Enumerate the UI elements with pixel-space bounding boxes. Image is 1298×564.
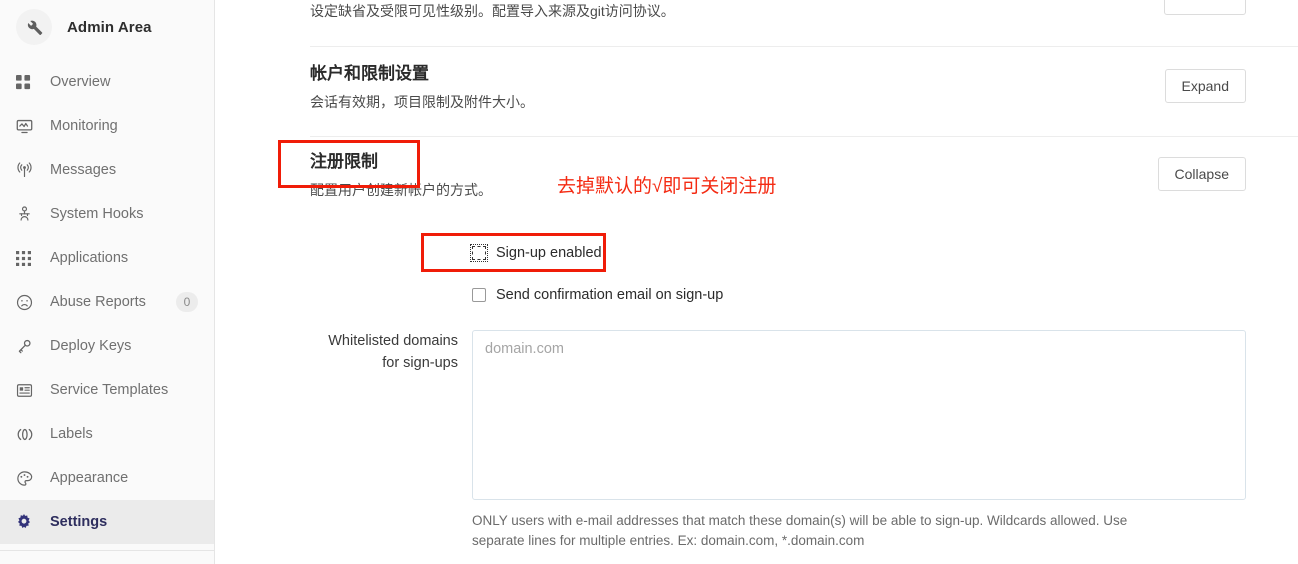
signup-enabled-row[interactable]: Sign-up enabled bbox=[470, 240, 1246, 266]
registration-restrictions-section: 注册限制 配置用户创建新帐户的方式。 Collapse bbox=[216, 150, 1298, 201]
signup-enabled-label: Sign-up enabled bbox=[496, 245, 602, 261]
signup-enabled-checkbox[interactable] bbox=[470, 244, 488, 262]
broadcast-icon bbox=[16, 161, 36, 179]
template-icon bbox=[16, 382, 36, 399]
sidebar-brand[interactable]: Admin Area bbox=[0, 0, 214, 54]
section-divider-1 bbox=[310, 46, 1298, 47]
admin-settings-page: Admin Area Overview Monitoring Messages … bbox=[0, 0, 1298, 564]
send-confirmation-label: Send confirmation email on sign-up bbox=[496, 287, 724, 303]
account-limit-subtitle: 会话有效期，项目限制及附件大小。 bbox=[310, 93, 534, 110]
sidebar-item-label: Messages bbox=[50, 162, 117, 178]
sidebar-item-messages[interactable]: Messages bbox=[0, 148, 214, 192]
sidebar-item-abuse-reports[interactable]: Abuse Reports 0 bbox=[0, 280, 214, 324]
whitelisted-domains-control: ONLY users with e-mail addresses that ma… bbox=[472, 330, 1246, 551]
section-divider-2 bbox=[310, 136, 1298, 137]
sidebar-item-settings[interactable]: Settings bbox=[0, 500, 214, 544]
labels-icon bbox=[16, 426, 36, 443]
account-limit-section: 帐户和限制设置 会话有效期，项目限制及附件大小。 Expand bbox=[216, 62, 1298, 113]
account-limit-header: 帐户和限制设置 会话有效期，项目限制及附件大小。 Expand bbox=[310, 62, 1246, 113]
account-limit-expand-button[interactable]: Expand bbox=[1164, 69, 1246, 104]
sidebar-item-label: Appearance bbox=[50, 470, 129, 486]
visibility-section-fragment: 设定缺省及受限可见性级别。配置导入来源及git访问协议。 Expand bbox=[216, 0, 1298, 52]
sidebar-nav: Overview Monitoring Messages System Hook… bbox=[0, 60, 214, 551]
visibility-expand-button[interactable]: Expand bbox=[1164, 0, 1246, 15]
sidebar-item-label: Service Templates bbox=[50, 382, 169, 398]
registration-header: 注册限制 配置用户创建新帐户的方式。 Collapse bbox=[310, 150, 1246, 201]
sidebar-item-monitoring[interactable]: Monitoring bbox=[0, 104, 214, 148]
send-confirmation-row[interactable]: Send confirmation email on sign-up bbox=[472, 282, 1246, 308]
sidebar-brand-title: Admin Area bbox=[67, 18, 152, 36]
admin-sidebar: Admin Area Overview Monitoring Messages … bbox=[0, 0, 215, 564]
sidebar-item-label: Abuse Reports bbox=[50, 294, 146, 310]
palette-icon bbox=[16, 470, 36, 487]
whitelisted-domains-label: Whitelisted domains for sign-ups bbox=[328, 333, 458, 371]
sidebar-item-applications[interactable]: Applications bbox=[0, 236, 214, 280]
sidebar-item-service-templates[interactable]: Service Templates bbox=[0, 368, 214, 412]
key-icon bbox=[16, 338, 36, 355]
sidebar-item-label: Labels bbox=[50, 426, 93, 442]
hook-icon bbox=[16, 205, 36, 223]
abuse-reports-badge: 0 bbox=[176, 292, 198, 312]
registration-title: 注册限制 bbox=[310, 152, 378, 171]
sidebar-item-label: Monitoring bbox=[50, 118, 118, 134]
frown-icon bbox=[16, 294, 36, 311]
whitelisted-domains-row: Whitelisted domains for sign-ups ONLY us… bbox=[310, 330, 1246, 551]
wrench-icon bbox=[16, 9, 52, 45]
apps-icon bbox=[16, 250, 36, 266]
sidebar-item-label: Applications bbox=[50, 250, 129, 266]
settings-content: 设定缺省及受限可见性级别。配置导入来源及git访问协议。 Expand 帐户和限… bbox=[216, 0, 1298, 564]
monitor-icon bbox=[16, 118, 36, 135]
whitelisted-domains-textarea[interactable] bbox=[472, 330, 1246, 500]
grid-icon bbox=[16, 74, 36, 90]
sidebar-item-overview[interactable]: Overview bbox=[0, 60, 214, 104]
registration-subtitle: 配置用户创建新帐户的方式。 bbox=[310, 181, 492, 198]
sidebar-item-label: Settings bbox=[50, 514, 108, 530]
sidebar-item-label: System Hooks bbox=[50, 206, 144, 222]
gear-icon bbox=[16, 514, 36, 530]
signup-form: Sign-up enabled Send confirmation email … bbox=[216, 240, 1298, 564]
sidebar-item-deploy-keys[interactable]: Deploy Keys bbox=[0, 324, 214, 368]
registration-collapse-button[interactable]: Collapse bbox=[1157, 157, 1246, 192]
account-limit-title: 帐户和限制设置 bbox=[310, 64, 429, 83]
sidebar-item-label: Overview bbox=[50, 74, 111, 90]
sidebar-item-label: Deploy Keys bbox=[50, 338, 132, 354]
sidebar-item-appearance[interactable]: Appearance bbox=[0, 456, 214, 500]
send-confirmation-checkbox[interactable] bbox=[472, 288, 486, 302]
sidebar-item-labels[interactable]: Labels bbox=[0, 412, 214, 456]
sidebar-item-system-hooks[interactable]: System Hooks bbox=[0, 192, 214, 236]
sidebar-divider bbox=[0, 550, 214, 551]
whitelisted-domains-help: ONLY users with e-mail addresses that ma… bbox=[472, 513, 1128, 548]
visibility-section-subtitle: 设定缺省及受限可见性级别。配置导入来源及git访问协议。 bbox=[310, 3, 675, 19]
